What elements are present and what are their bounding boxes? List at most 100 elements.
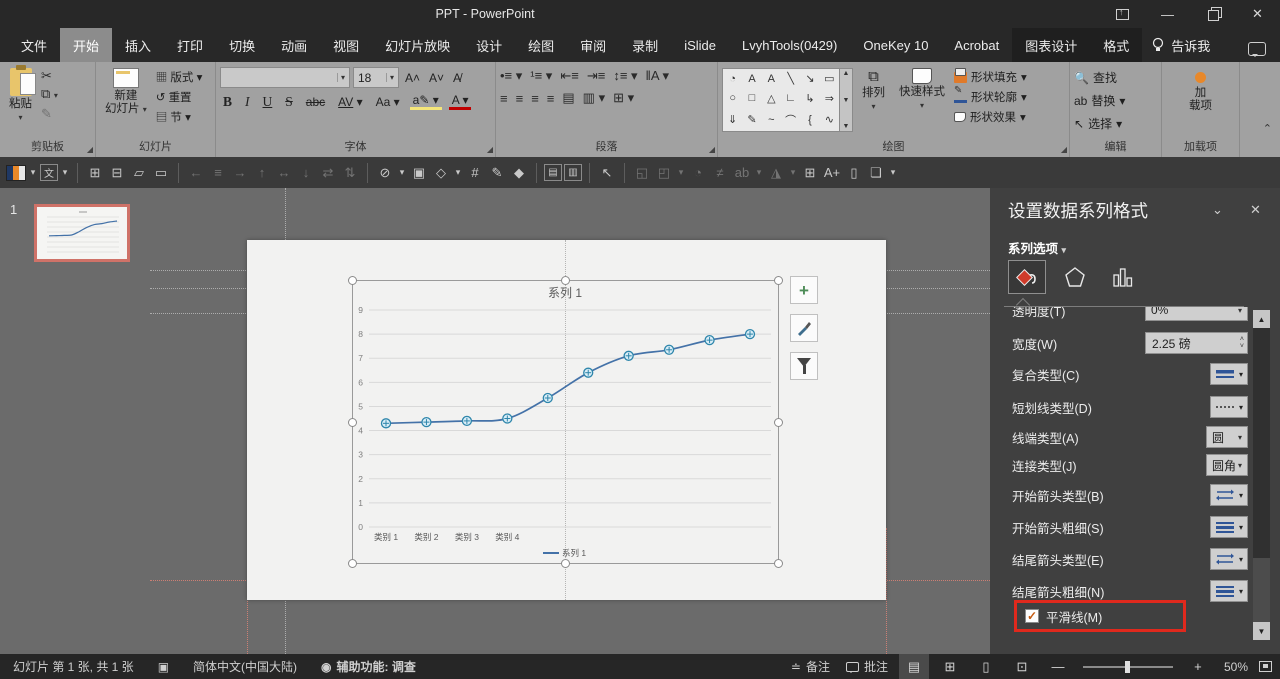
drawing-dialog-launcher[interactable]: ◢ [1061,145,1067,154]
arc-shape-icon[interactable]: ⌒ [785,112,796,128]
tab-series-options[interactable] [1104,260,1142,294]
tab-fill-line[interactable] [1008,260,1046,294]
theme-colors-icon[interactable] [6,165,26,181]
resize-handle[interactable] [348,418,357,427]
quickbar-icon[interactable] [367,163,368,183]
ribbon-tab[interactable]: iSlide [671,28,729,62]
chart-styles-button[interactable] [790,314,818,342]
rectangle-shape-icon[interactable]: ▭ [824,72,834,85]
close-button[interactable]: ✕ [1235,0,1280,28]
scrollbar-thumb[interactable] [1253,328,1270,558]
shapes-gallery[interactable]: ◔AA╲↘▭○□△∟↳⇒⇓✎~⌒{∿ [722,68,840,132]
arrow-line-icon[interactable]: ↘ [805,72,814,85]
width-spinner[interactable]: 2.25 磅 ˄˅ [1145,332,1248,354]
copy-size-icon[interactable]: ▱ [129,162,149,184]
align-bottom-edge-icon[interactable]: ↓ [296,162,316,184]
gradient-icon[interactable]: ◮ [766,162,786,184]
underline-button[interactable]: U [260,94,276,110]
end-arrow-size-dropdown[interactable]: ▾ [1210,580,1248,602]
restore-button[interactable] [1190,0,1235,28]
paragraph-dialog-launcher[interactable]: ◢ [709,145,715,154]
text-direction-button[interactable]: ‖A ▾ [646,68,669,84]
font-name-combo[interactable]: ▾ [220,67,350,88]
crop-icon[interactable]: # [465,162,485,184]
replace-button[interactable]: ab替换 ▾ [1074,92,1125,109]
subscript-button[interactable]: abc [303,95,328,109]
scribble-shape-icon[interactable]: ∿ [825,113,834,126]
language-status[interactable]: 简体中文(中国大陆) [188,654,302,679]
brush-icon[interactable]: ✎ [487,162,507,184]
freeform-shape-icon[interactable]: ✎ [747,113,756,126]
align-center-button[interactable]: ≡ [516,91,524,106]
shape-outline-button[interactable]: 形状轮廓 ▾ [954,89,1027,105]
strikethrough-button[interactable]: S [282,94,296,110]
reset-button[interactable]: ↺ 重置 [156,89,203,105]
fragment-shapes-icon[interactable]: ◔ [688,162,708,184]
brace-shape-icon[interactable]: { [808,114,812,126]
dropdown-caret[interactable]: ▾ [28,162,38,184]
text-box-icon[interactable]: A [748,73,755,85]
shape-effects-button[interactable]: 形状效果 ▾ [954,109,1027,125]
ribbon-tab[interactable]: 开始 [60,28,112,62]
rounded-rect-icon[interactable]: □ [749,92,756,104]
dropdown-caret[interactable]: ▾ [453,162,463,184]
select-pointer-icon[interactable]: ↖ [597,162,617,184]
quick-styles-button[interactable]: 快速样式▾ [894,65,950,113]
decrease-indent-button[interactable]: ⇤≡ [560,68,578,84]
chart-object[interactable]: 系列 10123456789类别 1类别 2类别 3类别 4系列 1 [352,280,779,564]
clear-formatting-button[interactable]: A̸ [450,71,464,85]
ribbon-tab[interactable]: Acrobat [941,28,1012,62]
notes-button[interactable]: ≐备注 [786,654,835,679]
display-settings-icon[interactable]: ▣ [153,654,174,679]
fit-to-window-icon[interactable] [1259,661,1272,672]
italic-button[interactable]: I [242,94,253,110]
ribbon-tab[interactable]: 视图 [320,28,372,62]
mini-caret[interactable]: ▾ [888,162,898,184]
vertical-text-box-icon[interactable]: A [768,73,775,85]
right-arrow-shape-icon[interactable]: ⇒ [825,92,834,105]
dropdown-caret[interactable]: ▾ [60,162,70,184]
begin-arrow-type-dropdown[interactable]: ▾ [1210,484,1248,506]
scroll-up-button[interactable]: ▲ [1253,310,1270,328]
begin-arrow-size-dropdown[interactable]: ▾ [1210,516,1248,538]
line-shape-icon[interactable]: ╲ [787,72,794,85]
anchor-icon[interactable]: ≠ [710,162,730,184]
dropdown-caret[interactable]: ▾ [676,162,686,184]
resize-handle[interactable] [774,418,783,427]
align-middle-v-icon[interactable]: ↔ [274,162,294,184]
distribute-v-icon[interactable]: ⇅ [340,162,360,184]
ribbon-tab[interactable]: 切换 [216,28,268,62]
series-options-dropdown[interactable]: 系列选项 ▾ [1008,238,1066,257]
cap-type-dropdown[interactable]: 圆▾ [1206,426,1248,448]
bullets-button[interactable]: •≡ ▾ [500,68,522,84]
section-button[interactable]: ▤ 节 ▾ [156,109,203,125]
align-center-h-icon[interactable]: ≡ [208,162,228,184]
quickbar-icon[interactable] [77,163,78,183]
grow-font-button[interactable]: A˄ [402,71,423,85]
zoom-slider[interactable] [1083,666,1173,668]
align-top-edge-icon[interactable]: ↑ [252,162,272,184]
comments-button[interactable]: 批注 [841,654,893,679]
align-right-edge-icon[interactable]: → [230,162,250,184]
change-case-button[interactable]: Aa ▾ [373,95,403,109]
quickbar-icon[interactable] [536,163,537,183]
text-effect-icon[interactable]: ab [732,162,752,184]
shapes-gallery-scrollbar[interactable]: ▲▼▼ [840,68,853,132]
picture-caption-icon[interactable]: ▤ [544,164,562,181]
font-grow-icon[interactable]: A+ [822,162,842,184]
chart-elements-button[interactable]: + [790,276,818,304]
triangle-shape-icon[interactable]: △ [767,92,775,105]
merge-shapes-icon[interactable]: ◱ [632,162,652,184]
slideshow-view-button[interactable]: ⊡ [1007,654,1037,679]
bold-button[interactable]: B [220,94,235,110]
ellipse-shape-icon[interactable]: ○ [729,92,736,104]
down-arrow-shape-icon[interactable]: ⇓ [728,113,737,126]
ribbon-tab[interactable]: 图表设计 [1012,28,1090,62]
ribbon-tab[interactable]: 文件 [8,28,60,62]
ribbon-tab[interactable]: 幻灯片放映 [372,28,463,62]
increase-indent-button[interactable]: ⇥≡ [587,68,605,84]
distribute-h-icon[interactable]: ⇄ [318,162,338,184]
arrange-button[interactable]: ⧉ 排列▾ [857,65,890,114]
smartart-convert-button[interactable]: ⊞ ▾ [613,90,634,106]
resize-handle[interactable] [348,276,357,285]
